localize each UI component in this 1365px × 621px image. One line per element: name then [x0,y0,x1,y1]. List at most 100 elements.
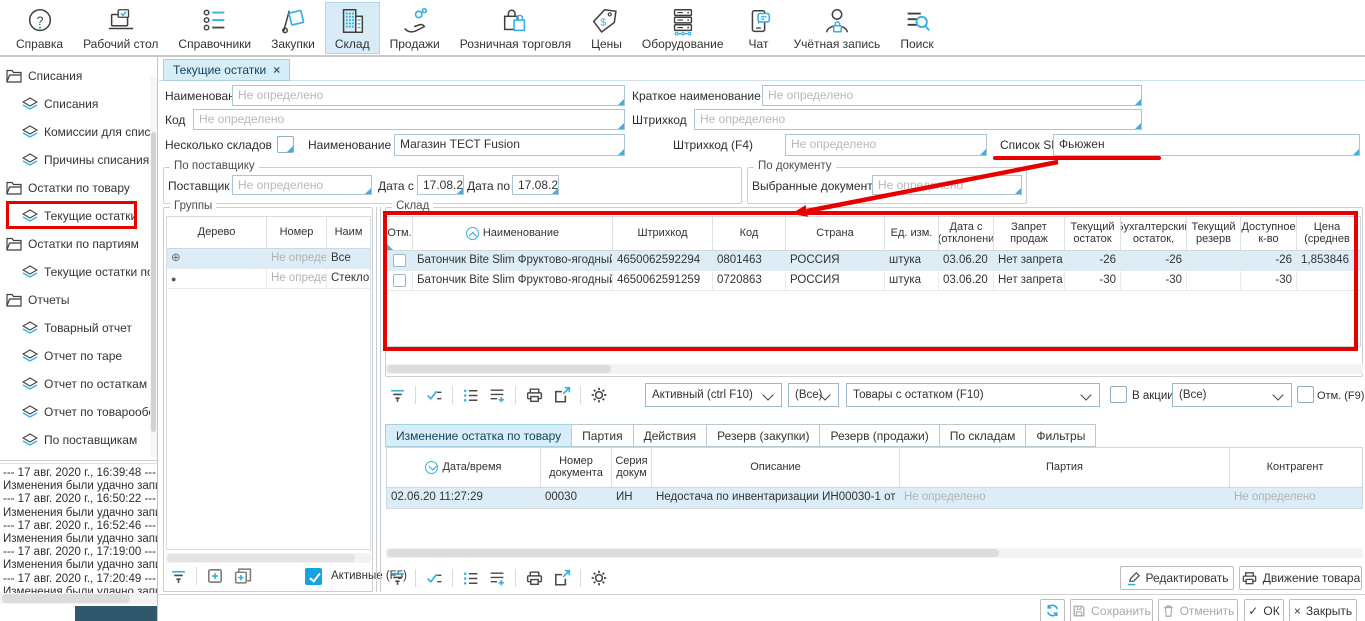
ok-button[interactable]: ✓ ОК [1244,599,1284,621]
checklist-icon[interactable] [425,387,443,404]
date-from-input[interactable]: 17.08.20 [417,175,464,195]
tab-batch[interactable]: Партия [572,424,633,447]
gear-icon[interactable] [590,569,608,587]
active-f5-checkbox[interactable] [305,568,322,585]
row-checkbox[interactable] [393,274,406,287]
detail-hscrollbar-thumb[interactable] [387,549,999,557]
warehouse-col-date[interactable]: Дата с (отклонени [939,217,994,250]
warehouse-col-barcode[interactable]: Штрихкод [613,217,713,250]
goods-movement-button[interactable]: Движение товара [1239,566,1362,590]
warehouse-col-country[interactable]: Страна [786,217,885,250]
warehouse-name-input[interactable]: Магазин ТЕСТ Fusion [394,134,625,156]
supplier-input[interactable]: Не определено [232,175,372,195]
detail-col-series[interactable]: Серия докум [612,448,652,487]
warehouse-col-current[interactable]: Текущий остаток [1065,217,1121,250]
groups-row[interactable]: ● Не опреде Стеклопо [167,269,370,289]
close-button[interactable]: × Закрыть [1289,599,1357,621]
date-to-input[interactable]: 17.08.20 [512,175,559,195]
sidebar-item-komissii[interactable]: Комиссии для списа [22,120,157,144]
filter-icon[interactable] [170,568,187,585]
cancel-button[interactable]: Отменить [1158,599,1238,621]
sidebar-item-tekushchie-ostatki[interactable]: Текущие остатки [22,204,137,228]
detail-col-datetime[interactable]: Дата/время [387,448,541,487]
sidebar-scrollbar-thumb[interactable] [151,132,156,432]
tree-node-icon[interactable]: ● [167,269,267,288]
print-icon[interactable] [525,386,544,404]
sidebar-item-otchet-po-ostatkam[interactable]: Отчет по остаткам [22,372,147,396]
warehouse-hscrollbar-thumb[interactable] [387,365,611,373]
sidebar-item-ostatki-po-tovaru-folder[interactable]: Остатки по товару [6,176,130,200]
groups-row[interactable]: ⊕ Не опреде Все [167,249,370,269]
short-name-input[interactable]: Не определено [762,85,1142,106]
warehouse-col-reserve[interactable]: Текущий резерв [1187,217,1241,250]
toolbar-item-equipment[interactable]: Оборудование [632,2,734,54]
tab-actions[interactable]: Действия [634,424,708,447]
tab-reserve-sales[interactable]: Резерв (продажи) [820,424,939,447]
groups-col-tree[interactable]: Дерево [167,217,267,248]
detail-hscrollbar[interactable] [386,548,1363,558]
toolbar-item-help[interactable]: ? Справка [6,2,73,54]
detail-col-counterparty[interactable]: Контрагент [1230,448,1360,487]
add-list-icon[interactable] [488,570,506,587]
splitter[interactable] [380,207,381,592]
groups-col-number[interactable]: Номер [267,217,327,248]
sidebar-item-otchet-po-tare[interactable]: Отчет по таре [22,344,122,368]
multi-warehouse-checkbox[interactable] [277,136,294,153]
export-icon[interactable] [553,569,571,587]
toolbar-item-catalogs[interactable]: Справочники [168,2,261,54]
toolbar-item-desktop[interactable]: Рабочий стол [73,2,168,54]
add-icon[interactable] [206,567,224,585]
toolbar-item-purchases[interactable]: Закупки [261,2,325,54]
toolbar-item-sales[interactable]: Продажи [380,2,450,54]
sidebar-item-otchet-po-tovarooborotu[interactable]: Отчет по товарообо [22,400,155,424]
status-dropdown[interactable]: Активный (ctrl F10) [645,383,782,407]
filter-icon[interactable] [389,570,406,587]
sidebar-item-otchety-folder[interactable]: Отчеты [6,288,69,312]
log-scrollbar[interactable] [0,593,157,604]
stock-filter-dropdown[interactable]: Товары с остатком (F10) [846,383,1100,407]
toolbar-item-retail[interactable]: Розничная торговля [450,2,581,54]
barcode-input[interactable]: Не определено [694,109,1142,130]
warehouse-row[interactable]: Батончик Bite Slim Фруктово-ягодный 4650… [387,251,1360,271]
gear-icon[interactable] [590,386,608,404]
detail-col-description[interactable]: Описание [652,448,900,487]
marked-checkbox[interactable] [1297,386,1314,403]
filter-icon[interactable] [389,387,406,404]
tab-current-stock[interactable]: Текущие остатки × [163,59,290,81]
tab-filters[interactable]: Фильтры [1026,424,1096,447]
sidebar-item-tovarny-otchet[interactable]: Товарный отчет [22,316,132,340]
warehouse-col-available[interactable]: Доступное к-во [1241,217,1297,250]
tab-reserve-purchase[interactable]: Резерв (закупки) [707,424,820,447]
warehouse-col-accounting[interactable]: Бухгалтерский остаток, [1121,217,1187,250]
numbered-list-icon[interactable] [462,387,479,404]
sidebar-item-tekushchie-po[interactable]: Текущие остатки по [22,260,154,284]
detail-col-batch[interactable]: Партия [900,448,1230,487]
sidebar-item-spisaniya[interactable]: Списания [22,92,98,116]
warehouse-col-code[interactable]: Код [713,217,786,250]
tree-expander-icon[interactable]: ⊕ [167,249,267,268]
groups-hscrollbar-thumb[interactable] [167,554,355,562]
toolbar-item-search[interactable]: Поиск [890,2,943,54]
save-button[interactable]: Сохранить [1070,599,1153,621]
toolbar-item-prices[interactable]: $ Цены [581,2,632,54]
export-icon[interactable] [553,386,571,404]
tab-close-icon[interactable]: × [273,63,280,77]
warehouse-col-ban[interactable]: Запрет продаж [994,217,1065,250]
promo-dropdown[interactable]: (Все) [1172,383,1292,407]
warehouse-col-price[interactable]: Цена (среднев [1297,217,1357,250]
edit-button[interactable]: Редактировать [1120,566,1234,590]
groups-hscrollbar[interactable] [166,553,371,563]
sidebar-item-po-postavshchikam[interactable]: По поставщикам [22,428,137,452]
row-checkbox[interactable] [393,254,406,267]
add-group-icon[interactable] [233,567,252,585]
splitter[interactable] [376,207,377,592]
sidebar-item-spisaniya-folder[interactable]: Списания [6,64,82,88]
tab-by-warehouses[interactable]: По складам [940,424,1027,447]
toolbar-item-chat[interactable]: Чат [734,2,784,54]
numbered-list-icon[interactable] [462,570,479,587]
documents-input[interactable]: Не определено [872,175,1022,195]
promo-checkbox[interactable] [1110,386,1127,403]
print-icon[interactable] [525,569,544,587]
sidebar-scrollbar[interactable] [150,77,157,457]
all-dropdown[interactable]: (Все) [788,383,839,407]
